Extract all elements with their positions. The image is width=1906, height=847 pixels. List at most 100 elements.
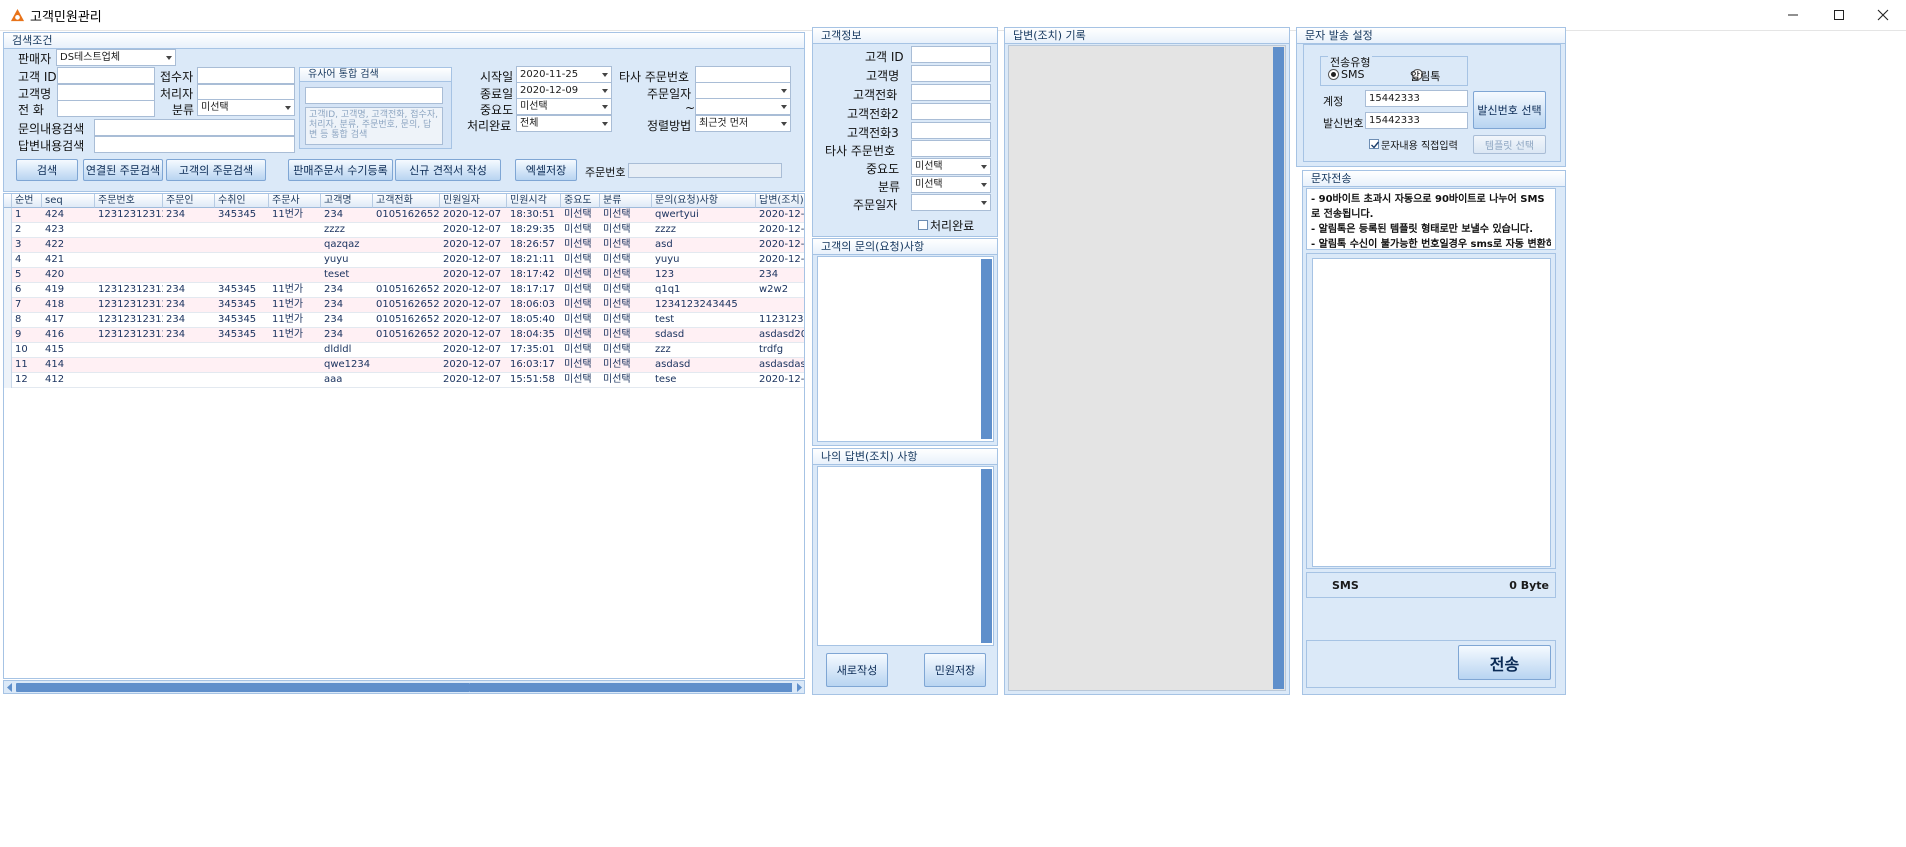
grid-header-col-11[interactable]: 분류 (600, 194, 652, 208)
history-scrollbar[interactable] (1273, 47, 1284, 689)
new-answer-button[interactable]: 새로작성 (826, 653, 888, 687)
table-row[interactable]: 641912312312312323434534511번가23401051626… (4, 283, 804, 298)
grid-header-col-4[interactable]: 수취인 (215, 194, 269, 208)
table-row[interactable]: 3 422 qazqaz 2020-12-07 18:26:57 미선택 미선택 asd 202… (4, 238, 804, 253)
grid-header-col-13[interactable]: 답변(조치)사항 (756, 194, 804, 208)
table-cell: qwertyui (655, 209, 699, 220)
close-button[interactable] (1860, 0, 1906, 30)
row-selector[interactable] (4, 268, 12, 283)
inquiry-scrollbar[interactable] (981, 259, 992, 439)
receiver-input[interactable] (197, 67, 295, 84)
table-row[interactable]: 5 420 teset 2020-12-07 18:17:42 미선택 미선택 123 234 (4, 268, 804, 283)
sms-radio[interactable] (1328, 69, 1339, 80)
category-select[interactable]: 미선택 (197, 99, 295, 116)
table-cell: 2020-12-07 1 (759, 209, 805, 220)
send-sms-button[interactable]: 전송 (1458, 645, 1551, 680)
row-selector[interactable] (4, 208, 12, 223)
integrated-search-input[interactable] (305, 87, 443, 104)
customer-order-search-button[interactable]: 고객의 주문검색 (166, 159, 266, 181)
info-order-date-picker[interactable] (911, 194, 991, 211)
sms-settings-title: 문자 발송 설정 (1297, 28, 1565, 44)
linked-order-search-button[interactable]: 연결된 주문검색 (83, 159, 163, 181)
table-row[interactable]: 841712312312312323434534511번가23401051626… (4, 313, 804, 328)
search-button[interactable]: 검색 (16, 159, 78, 181)
history-list[interactable] (1008, 45, 1286, 691)
table-row[interactable]: 142412312312312323434534511번가23401051626… (4, 208, 805, 223)
done-select[interactable]: 전체 (516, 115, 612, 132)
excel-save-button[interactable]: 엑셀저장 (515, 159, 577, 181)
template-select-button[interactable]: 템플릿 선택 (1473, 135, 1546, 154)
row-selector[interactable] (4, 328, 12, 343)
start-date-picker[interactable]: 2020-11-25 (516, 66, 612, 83)
info-other-order-input[interactable] (911, 140, 991, 157)
row-selector[interactable] (4, 373, 12, 388)
sms-message-textarea[interactable] (1312, 258, 1551, 567)
grid-header-col-5[interactable]: 주문사 (269, 194, 321, 208)
row-selector[interactable] (4, 313, 12, 328)
account-input[interactable]: 15442333 (1365, 90, 1468, 107)
grid-header-col-8[interactable]: 민원일자 (440, 194, 507, 208)
table-row[interactable]: 941612312312312323434534511번가23401051626… (4, 328, 804, 343)
inquiry-search-input[interactable] (94, 119, 295, 136)
info-phone-input[interactable] (911, 84, 991, 101)
grid-header-col-2[interactable]: 주문번호 (95, 194, 163, 208)
grid-header-col-6[interactable]: 고객명 (321, 194, 373, 208)
priority-select[interactable]: 미선택 (516, 98, 612, 115)
grid-header-col-10[interactable]: 중요도 (561, 194, 600, 208)
select-sender-button[interactable]: 발신번호 선택 (1473, 91, 1546, 129)
grid-header-col-7[interactable]: 고객전화 (373, 194, 440, 208)
end-date-picker[interactable]: 2020-12-09 (516, 82, 612, 99)
seller-select[interactable]: DS테스트업체 (56, 49, 176, 66)
info-phone2-input[interactable] (911, 103, 991, 120)
table-cell: 미선택 (564, 224, 592, 235)
grid-header-col-0[interactable]: 순번 (12, 194, 42, 208)
row-selector[interactable] (4, 238, 12, 253)
info-priority-select[interactable]: 미선택 (911, 158, 991, 175)
row-selector[interactable] (4, 223, 12, 238)
direct-input-checkbox[interactable] (1369, 139, 1380, 149)
row-selector[interactable] (4, 298, 12, 313)
row-selector[interactable] (4, 253, 12, 268)
customer-name-input[interactable] (57, 84, 155, 101)
maximize-button[interactable] (1816, 0, 1862, 30)
grid-header-col-9[interactable]: 민원시각 (507, 194, 561, 208)
info-customer-id-input[interactable] (911, 46, 991, 63)
customer-id-input[interactable] (57, 67, 155, 84)
table-cell: 15:51:58 (510, 374, 555, 385)
answer-scrollbar[interactable] (981, 469, 992, 643)
table-row[interactable]: 10 415 dldldl 2020-12-07 17:35:01 미선택 미선택 zzz tr… (4, 343, 804, 358)
grid-horizontal-scrollbar[interactable] (3, 680, 805, 694)
done-checkbox[interactable] (918, 220, 928, 230)
sort-select[interactable]: 최근것 먼저 (695, 115, 791, 132)
table-row[interactable]: 2 423 zzzz 2020-12-07 18:29:35 미선택 미선택 zzzz 2020… (4, 223, 804, 238)
other-order-input[interactable] (695, 66, 791, 83)
sender-number-input[interactable]: 15442333 (1365, 112, 1468, 129)
order-date-to[interactable] (695, 98, 791, 115)
grid-scroll-track[interactable] (470, 683, 792, 692)
grid-header-col-3[interactable]: 주문인 (163, 194, 215, 208)
info-customer-name-input[interactable] (911, 65, 991, 82)
answer-search-input[interactable] (94, 136, 295, 153)
table-row[interactable]: 741812312312312323434534511번가23401051626… (4, 298, 804, 313)
row-selector[interactable] (4, 343, 12, 358)
table-row[interactable]: 11 414 qwe1234 2020-12-07 16:03:17 미선택 미선택 asda… (4, 358, 804, 373)
manual-register-button[interactable]: 판매주문서 수기등록 (288, 159, 393, 181)
table-row[interactable]: 4 421 yuyu 2020-12-07 18:21:11 미선택 미선택 yuyu 2020… (4, 253, 804, 268)
save-complaint-button[interactable]: 민원저장 (924, 653, 986, 687)
grid-header-col-12[interactable]: 문의(요청)사항 (652, 194, 756, 208)
info-category-select[interactable]: 미선택 (911, 176, 991, 193)
row-selector[interactable] (4, 283, 12, 298)
table-row[interactable]: 12 412 aaa 2020-12-07 15:51:58 미선택 미선택 tese 2020… (4, 373, 804, 388)
info-phone3-input[interactable] (911, 122, 991, 139)
answer-textarea[interactable] (817, 466, 994, 646)
phone-input[interactable] (57, 100, 155, 117)
new-quote-button[interactable]: 신규 견적서 작성 (395, 159, 501, 181)
row-selector[interactable] (4, 358, 12, 373)
minimize-button[interactable] (1770, 0, 1816, 30)
grid-scroll-thumb[interactable] (16, 683, 470, 692)
inquiry-textarea[interactable] (817, 256, 994, 442)
order-date-from[interactable] (695, 82, 791, 99)
grid-header-col-1[interactable]: seq (42, 194, 95, 208)
table-cell: 420 (45, 269, 65, 280)
table-cell: 2020-12-07 (443, 374, 502, 385)
